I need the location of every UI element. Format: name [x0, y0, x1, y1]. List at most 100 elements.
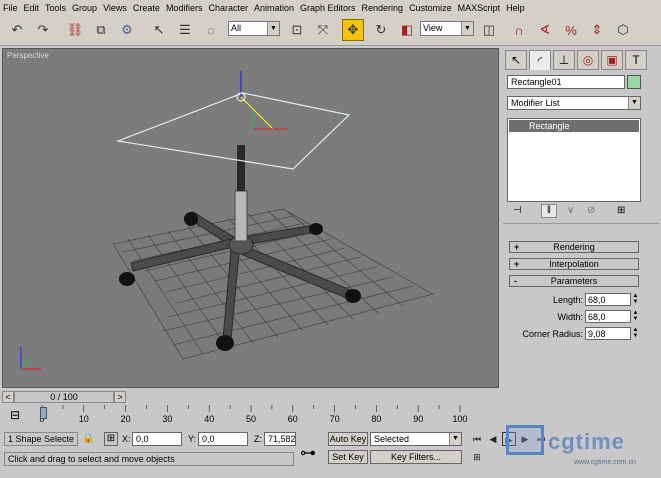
ruler-tick-label: 60	[288, 414, 298, 424]
object-name-field[interactable]: Rectangle01	[507, 75, 625, 89]
menu-character[interactable]: Character	[205, 3, 251, 13]
go-to-start-icon[interactable]: ⏮	[470, 432, 484, 446]
absolute-mode-icon[interactable]: ⊞	[104, 432, 118, 446]
reference-coordinate-value: View	[423, 23, 443, 33]
length-spinner-icon[interactable]: ▲ ▼	[632, 293, 639, 306]
interpolation-rollout[interactable]: + Interpolation	[509, 258, 639, 270]
menu-file[interactable]: File	[0, 3, 21, 13]
select-and-scale-icon[interactable]: ◧	[396, 19, 418, 41]
select-and-rotate-icon[interactable]: ↻	[370, 19, 392, 41]
object-name-value: Rectangle01	[511, 77, 562, 87]
select-and-move-icon[interactable]: ✥	[342, 19, 364, 41]
width-param: Width: 68,0 ▲ ▼	[509, 310, 639, 324]
motion-tab-icon[interactable]: ◎	[577, 50, 599, 70]
ruler-tick-label: 70	[330, 414, 340, 424]
menu-maxscript[interactable]: MAXScript	[455, 3, 504, 13]
menu-modifiers[interactable]: Modifiers	[163, 3, 206, 13]
lock-selection-icon[interactable]: 🔒	[82, 433, 94, 444]
menu-group[interactable]: Group	[69, 3, 100, 13]
menu-customize[interactable]: Customize	[406, 3, 455, 13]
menu-views[interactable]: Views	[100, 3, 130, 13]
hierarchy-tab-icon[interactable]: ⊥	[553, 50, 575, 70]
modifier-stack-list[interactable]: Rectangle	[507, 118, 641, 202]
length-field[interactable]: 68,0	[585, 293, 631, 306]
select-by-name-icon[interactable]: ☰	[174, 19, 196, 41]
selection-count: 1 Shape Selecte	[4, 432, 78, 446]
window-crossing-icon[interactable]: ⊡	[286, 19, 308, 41]
menu-rendering[interactable]: Rendering	[359, 3, 407, 13]
set-key-mode-icon[interactable]: ⊶	[300, 443, 316, 463]
select-and-link-icon[interactable]: ⛓	[64, 19, 86, 41]
menu-create[interactable]: Create	[130, 3, 163, 13]
time-slider-label: 0 / 100	[50, 392, 78, 402]
modifier-list-dropdown[interactable]: Modifier List ▼	[507, 96, 641, 110]
object-color-swatch[interactable]	[627, 75, 641, 89]
perspective-viewport[interactable]: Perspective	[2, 48, 499, 388]
track-bar[interactable]: 0 10 20 30 40 50 60 70 80 90 100	[2, 405, 499, 427]
rendering-rollout[interactable]: + Rendering	[509, 241, 639, 253]
angle-snap-icon[interactable]: ∢	[534, 19, 556, 41]
selection-filter-dropdown[interactable]: All ▼	[228, 21, 280, 36]
make-unique-icon[interactable]: ∨	[567, 205, 574, 216]
track-bar-icon[interactable]: ⊟	[10, 408, 20, 422]
show-end-result-icon[interactable]: ‖	[541, 204, 557, 218]
set-key-button[interactable]: Set Key	[328, 450, 368, 464]
spinner-snap-icon[interactable]: ⇕	[586, 19, 608, 41]
configure-modifier-sets-icon[interactable]: ⊞	[617, 205, 625, 216]
time-marker[interactable]	[40, 407, 47, 419]
redo-icon[interactable]: ↷	[32, 19, 54, 41]
y-label: Y:	[188, 434, 197, 444]
key-mode-value: Selected	[374, 434, 410, 444]
corner-radius-param: Corner Radius: 9,08 ▲ ▼	[509, 327, 639, 341]
undo-icon[interactable]: ↶	[6, 19, 28, 41]
stack-controls: ⊣ ‖ ∨ ⊘ ⊞	[507, 204, 641, 219]
width-spinner-icon[interactable]: ▲ ▼	[632, 310, 639, 323]
previous-frame-icon[interactable]: ◀	[486, 432, 500, 446]
corner-radius-spinner-icon[interactable]: ▲ ▼	[632, 327, 639, 340]
corner-radius-label: Corner Radius:	[522, 329, 583, 339]
modifier-stack-item[interactable]: Rectangle	[509, 120, 639, 132]
x-coordinate-field[interactable]: 0,0	[132, 432, 182, 446]
menu-animation[interactable]: Animation	[251, 3, 297, 13]
length-param: Length: 68,0 ▲ ▼	[509, 293, 639, 307]
remove-modifier-icon[interactable]: ⊘	[587, 205, 595, 216]
named-selection-icon[interactable]: ⬡	[612, 19, 634, 41]
selection-region-icon[interactable]: ◌	[200, 19, 222, 41]
menu-bar: File Edit Tools Group Views Create Modif…	[0, 0, 661, 17]
utilities-tab-icon[interactable]: T	[625, 50, 647, 70]
z-coordinate-field[interactable]: 71,582	[264, 432, 296, 446]
percent-snap-icon[interactable]: %	[560, 19, 582, 41]
watermark-url: www.cgtime.com.cn	[574, 459, 636, 466]
modify-tab-icon[interactable]: ◜	[529, 50, 551, 70]
create-tab-icon[interactable]: ↖	[505, 50, 527, 70]
select-and-move-alt-icon[interactable]: ⤧	[312, 19, 334, 41]
time-slider-next-button[interactable]: >	[114, 391, 126, 403]
key-filters-button[interactable]: Key Filters...	[370, 450, 462, 464]
display-tab-icon[interactable]: ▣	[601, 50, 623, 70]
bind-to-space-warp-icon[interactable]: ⚙	[116, 19, 138, 41]
pin-stack-icon[interactable]: ⊣	[513, 205, 522, 216]
width-label: Width:	[557, 312, 583, 322]
rendering-rollout-label: Rendering	[553, 242, 595, 252]
corner-radius-field[interactable]: 9,08	[585, 327, 631, 340]
width-field[interactable]: 68,0	[585, 310, 631, 323]
key-mode-dropdown[interactable]: Selected ▼	[370, 432, 462, 446]
use-pivot-center-icon[interactable]: ◫	[478, 19, 500, 41]
menu-tools[interactable]: Tools	[42, 3, 69, 13]
auto-key-button[interactable]: Auto Key	[328, 432, 368, 446]
select-object-icon[interactable]: ↖	[148, 19, 170, 41]
menu-help[interactable]: Help	[503, 3, 528, 13]
chevron-down-icon: ▼	[267, 22, 279, 35]
y-coordinate-field[interactable]: 0,0	[198, 432, 248, 446]
time-slider-prev-button[interactable]: <	[2, 391, 14, 403]
reference-coordinate-dropdown[interactable]: View ▼	[420, 21, 474, 36]
key-mode-toggle-icon[interactable]: ⊞	[470, 450, 484, 464]
time-slider[interactable]: 0 / 100	[14, 391, 114, 403]
snap-toggle-icon[interactable]: ∩	[508, 19, 530, 41]
unlink-selection-icon[interactable]: ⧉	[90, 19, 112, 41]
menu-edit[interactable]: Edit	[21, 3, 43, 13]
menu-graph-editors[interactable]: Graph Editors	[297, 3, 359, 13]
parameters-rollout[interactable]: - Parameters	[509, 275, 639, 287]
cgtime-logo-icon	[506, 425, 544, 455]
interpolation-rollout-sign: +	[514, 259, 520, 269]
